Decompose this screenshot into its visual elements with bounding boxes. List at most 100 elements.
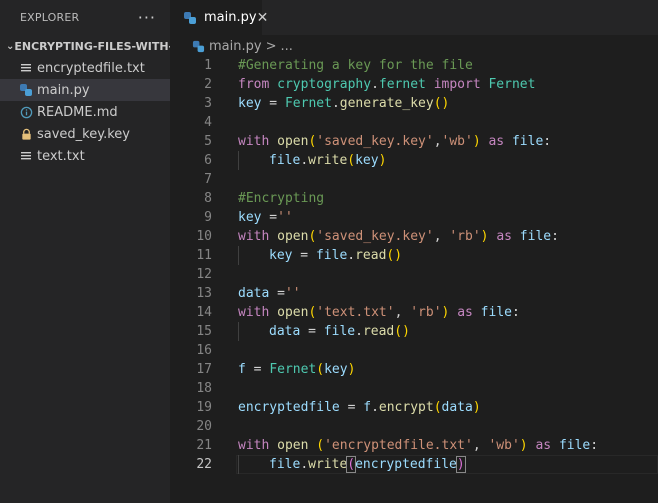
code-token: cryptography <box>277 77 372 92</box>
code-line: 6 file.write(key) <box>170 151 658 170</box>
code-token: file <box>558 438 591 453</box>
code-line: 18 <box>170 379 658 398</box>
code-token: = <box>339 400 364 415</box>
code-line: 10 with open('saved_key.key', 'rb') as fi… <box>170 227 658 246</box>
code-line: 7 <box>170 170 658 189</box>
line-number: 3 <box>204 96 212 111</box>
code-token: ) <box>455 456 466 473</box>
code-token: encryptedfile <box>238 400 340 415</box>
key-lock-icon <box>18 126 34 142</box>
code-token: as <box>496 229 512 244</box>
close-icon[interactable]: ✕ <box>257 10 269 26</box>
line-number: 11 <box>196 248 212 263</box>
line-content: file.write(key) <box>238 151 386 170</box>
code-token: Fernet <box>284 96 332 111</box>
line-content: encryptedfile = f.encrypt(data) <box>238 398 481 417</box>
line-content: with open('text.txt', 'rb') as file: <box>238 303 520 322</box>
code-token: . <box>371 400 379 415</box>
breadcrumb: main.py > ... <box>170 35 658 57</box>
code-token: file <box>511 134 544 149</box>
workspace-folder[interactable]: ⌄ ENCRYPTING-FILES-WITH-... <box>0 35 170 57</box>
code-token: . <box>347 248 356 263</box>
code-token: key <box>355 153 379 168</box>
code-token: () <box>394 324 410 339</box>
code-token: ( <box>433 400 442 415</box>
code-line: 11 key = file.read() <box>170 246 658 265</box>
code-token: #Generating a key for the file <box>238 58 473 73</box>
breadcrumb-file[interactable]: main.py <box>209 39 262 54</box>
sidebar-file-item[interactable]: saved_key.key <box>0 123 170 145</box>
line-content: from cryptography.fernet import Fernet <box>238 75 535 94</box>
indent-guide <box>238 246 269 265</box>
sidebar-file-label: main.py <box>37 82 90 98</box>
code-token: ) <box>347 362 356 377</box>
code-token: , <box>394 305 411 320</box>
indent-guide <box>238 322 269 341</box>
lines-file-icon <box>18 60 34 76</box>
code-token: file <box>315 248 348 263</box>
file-list: encryptedfile.txt main.py README.md saved_k… <box>0 57 170 167</box>
code-token: from <box>238 77 270 92</box>
code-token: key <box>238 210 262 225</box>
code-token: = <box>261 210 278 225</box>
code-token: f <box>238 362 246 377</box>
code-token: key <box>269 248 293 263</box>
line-number: 20 <box>196 419 212 434</box>
code-token: () <box>386 248 403 263</box>
sidebar-file-item[interactable]: README.md <box>0 101 170 123</box>
code-line: 3 key = Fernet.generate_key() <box>170 94 658 113</box>
code-token: with <box>238 134 270 149</box>
code-line: 17 f = Fernet(key) <box>170 360 658 379</box>
code-token: ( <box>316 438 325 453</box>
code-token: #Encrypting <box>238 191 325 206</box>
code-token: Fernet <box>269 362 317 377</box>
code-token: ) <box>472 134 481 149</box>
code-editor[interactable]: 1 #Generating a key for the file 2 from cry… <box>170 56 658 474</box>
code-line: 5 with open('saved_key.key','wb') as file… <box>170 132 658 151</box>
code-token: , <box>472 438 489 453</box>
more-actions-icon[interactable]: ··· <box>138 8 156 27</box>
sidebar-file-item[interactable]: encryptedfile.txt <box>0 57 170 79</box>
code-token: write <box>308 457 348 472</box>
code-line: 13 data ='' <box>170 284 658 303</box>
lines-file-icon <box>18 148 34 164</box>
code-token: = <box>300 324 324 339</box>
line-content: with open('saved_key.key','wb') as file: <box>238 132 551 151</box>
indent-guide <box>238 455 269 474</box>
code-token: file <box>269 153 301 168</box>
code-token: 'rb' <box>449 229 481 244</box>
explorer-title: EXPLORER <box>20 11 80 24</box>
code-token: file <box>519 229 552 244</box>
line-content: data ='' <box>238 284 301 303</box>
code-token: = <box>292 248 316 263</box>
code-token: ) <box>519 438 528 453</box>
code-token: . <box>331 96 340 111</box>
code-token: : <box>511 305 520 320</box>
code-token: f <box>363 400 372 415</box>
line-content: with open('saved_key.key', 'rb') as file… <box>238 227 559 246</box>
sidebar-file-item[interactable]: text.txt <box>0 145 170 167</box>
line-number: 14 <box>196 305 212 320</box>
tab-main-py[interactable]: main.py ✕ <box>170 0 268 35</box>
sidebar-file-label: encryptedfile.txt <box>37 60 145 76</box>
breadcrumb-separator: > <box>265 38 277 54</box>
sidebar-file-item[interactable]: main.py <box>0 79 170 101</box>
python-icon <box>183 10 197 26</box>
line-content: key = Fernet.generate_key() <box>238 94 449 113</box>
workspace-folder-label: ENCRYPTING-FILES-WITH-... <box>14 39 170 53</box>
code-token: file <box>323 324 356 339</box>
code-token: 'saved_key.key' <box>316 134 434 149</box>
breadcrumb-more[interactable]: ... <box>280 39 292 54</box>
line-content: key = file.read() <box>238 246 402 265</box>
code-token: import <box>433 77 481 92</box>
code-token: open <box>277 305 309 320</box>
sidebar-file-label: README.md <box>37 104 118 120</box>
code-line: 14 with open('text.txt', 'rb') as file: <box>170 303 658 322</box>
code-line: 1 #Generating a key for the file <box>170 56 658 75</box>
